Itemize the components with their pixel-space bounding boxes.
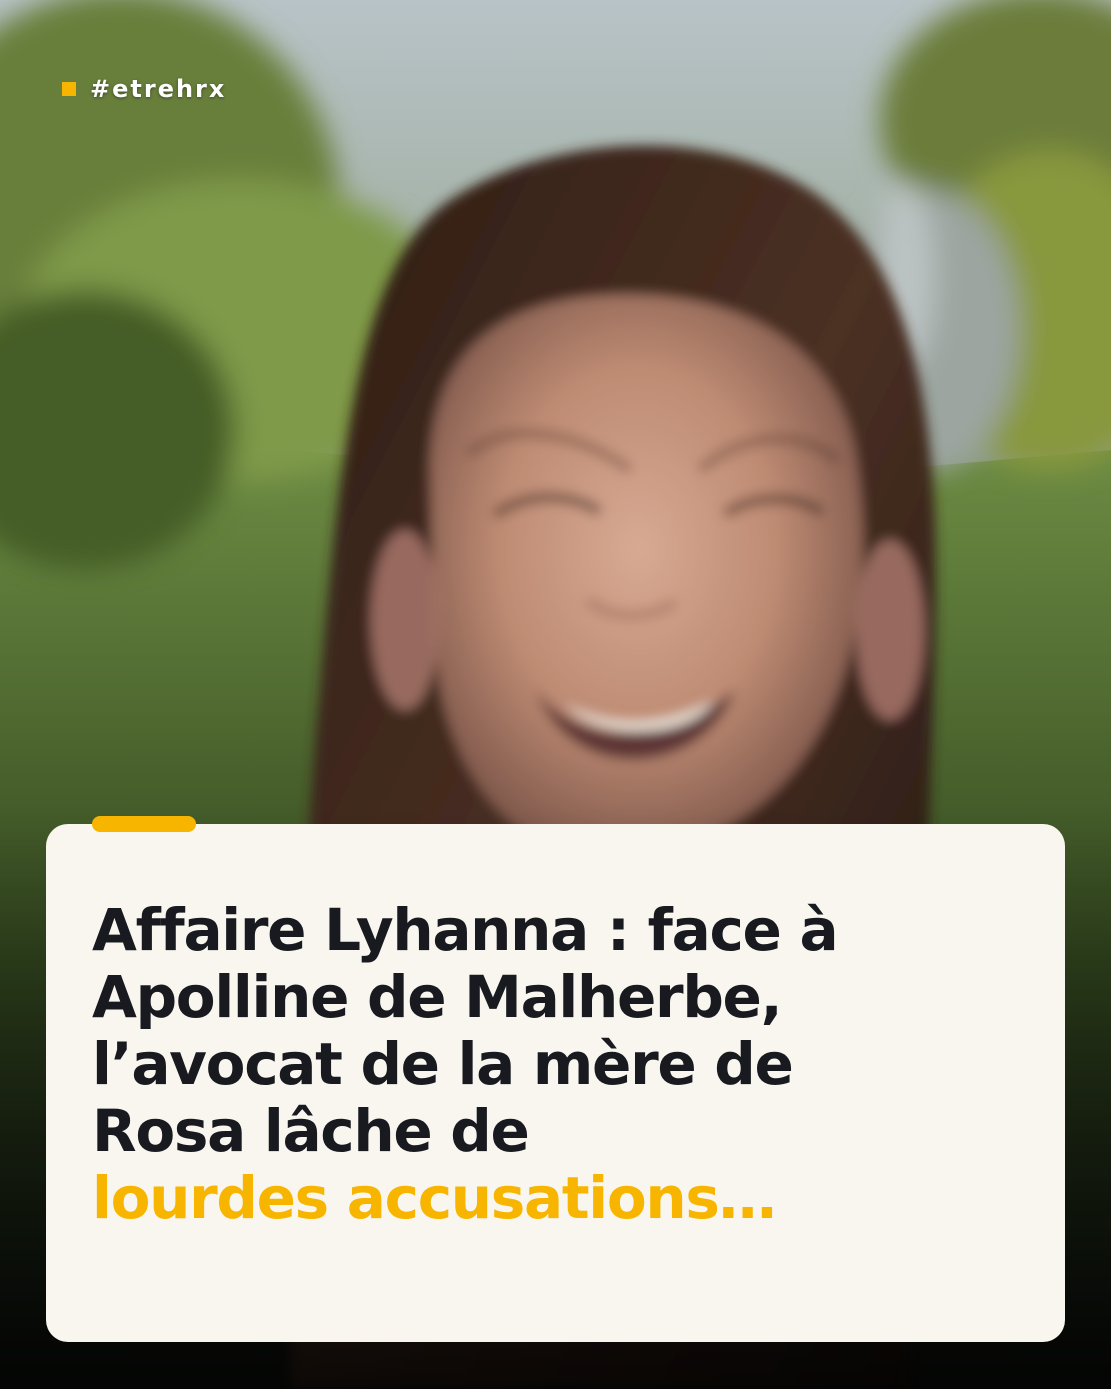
hashtag-text: #etrehrx bbox=[90, 75, 227, 103]
card-accent-bar bbox=[92, 816, 196, 832]
headline-line: Affaire Lyhanna : face à bbox=[92, 896, 839, 964]
square-icon bbox=[62, 82, 76, 96]
headline-line: l’avocat de la mère de bbox=[92, 1030, 794, 1098]
headline: Affaire Lyhanna : face à Apolline de Mal… bbox=[92, 897, 1032, 1232]
headline-highlight: lourdes accusations… bbox=[92, 1164, 777, 1232]
headline-line: Apolline de Malherbe, bbox=[92, 963, 783, 1031]
hashtag-label: #etrehrx bbox=[62, 74, 226, 104]
headline-line: Rosa lâche de bbox=[92, 1097, 530, 1165]
